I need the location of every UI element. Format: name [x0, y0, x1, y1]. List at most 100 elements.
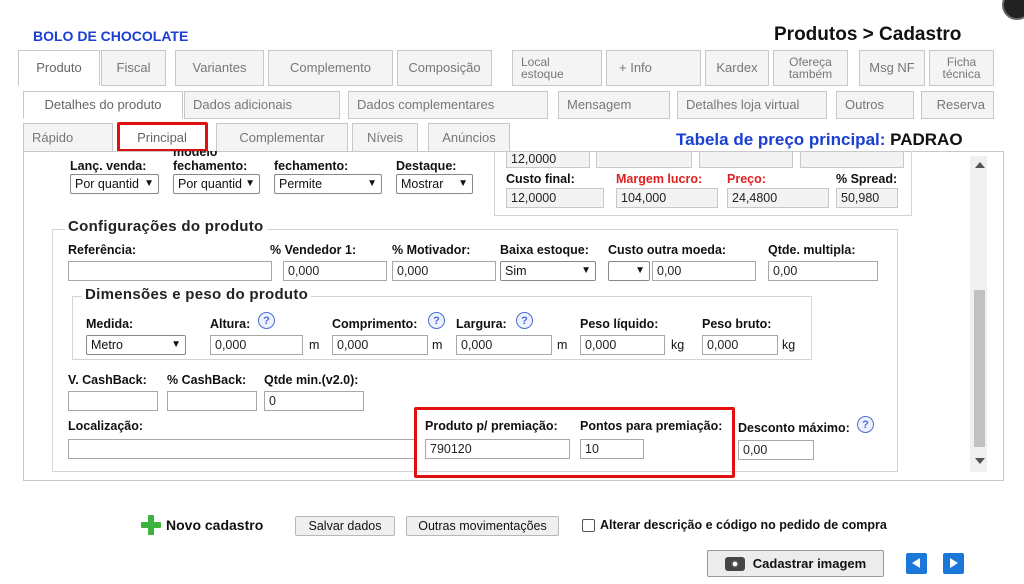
- tab-label: Dados adicionais: [193, 97, 293, 112]
- tab-produto[interactable]: Produto: [18, 50, 100, 86]
- tab-ofereca-tambem[interactable]: Ofereça também: [773, 50, 848, 86]
- peso-bruto-input[interactable]: 0,000: [702, 335, 778, 355]
- outras-movimentacoes-button[interactable]: Outras movimentações: [406, 516, 559, 536]
- fechamento-select-2[interactable]: Permite ▼: [274, 174, 382, 194]
- tab-reserva[interactable]: Reserva: [921, 91, 994, 119]
- tab-complemento[interactable]: Complemento: [268, 50, 393, 86]
- tab-label: Fiscal: [116, 60, 151, 75]
- tab-label: Ficha técnica: [942, 55, 981, 81]
- partial-input-3[interactable]: [699, 151, 793, 168]
- tab-fiscal[interactable]: Fiscal: [101, 50, 166, 86]
- tab-label: Detalhes loja virtual: [686, 97, 800, 112]
- comprimento-help-icon[interactable]: ?: [428, 312, 445, 329]
- select-value: Mostrar: [401, 177, 444, 191]
- select-value: Sim: [505, 264, 527, 278]
- tab-label: Variantes: [192, 60, 247, 75]
- medida-label: Medida:: [86, 317, 134, 331]
- tab-dados-complementares[interactable]: Dados complementares: [348, 91, 548, 119]
- chevron-down-icon: ▼: [144, 178, 154, 189]
- lanc-venda-select[interactable]: Por quantid ▼: [70, 174, 159, 194]
- largura-unit: m: [557, 338, 568, 352]
- tab-detalhes-loja-virtual[interactable]: Detalhes loja virtual: [677, 91, 827, 119]
- tab-anuncios[interactable]: Anúncios: [428, 123, 510, 152]
- custo-final-label: Custo final:: [506, 172, 575, 186]
- comprimento-label: Comprimento:: [332, 317, 418, 331]
- tab-mensagem[interactable]: Mensagem: [558, 91, 670, 119]
- referencia-input[interactable]: [68, 261, 272, 281]
- altura-input[interactable]: 0,000: [210, 335, 303, 355]
- scrollbar-thumb[interactable]: [974, 290, 985, 447]
- salvar-dados-button[interactable]: Salvar dados: [295, 516, 395, 536]
- tab-variantes[interactable]: Variantes: [175, 50, 264, 86]
- cadastrar-imagem-button[interactable]: Cadastrar imagem: [707, 550, 884, 577]
- novo-cadastro-button[interactable]: Novo cadastro: [140, 514, 263, 536]
- novo-cadastro-label: Novo cadastro: [166, 517, 264, 533]
- medida-select[interactable]: Metro ▼: [86, 335, 186, 355]
- tab-composicao[interactable]: Composição: [397, 50, 492, 86]
- largura-help-icon[interactable]: ?: [516, 312, 533, 329]
- baixa-estoque-select[interactable]: Sim ▼: [500, 261, 596, 281]
- motivador-input[interactable]: 0,000: [392, 261, 496, 281]
- select-value: Permite: [279, 177, 323, 191]
- scroll-up-icon[interactable]: [975, 162, 985, 168]
- partial-input-4[interactable]: [800, 151, 904, 168]
- pct-cashback-label: % CashBack:: [167, 373, 247, 387]
- tab-rapido[interactable]: Rápido: [23, 123, 113, 152]
- comprimento-input[interactable]: 0,000: [332, 335, 428, 355]
- tab-complementar[interactable]: Complementar: [216, 123, 348, 152]
- vendedor-input[interactable]: 0,000: [283, 261, 387, 281]
- v-cashback-input[interactable]: [68, 391, 158, 411]
- tab-ficha-tecnica[interactable]: Ficha técnica: [929, 50, 994, 86]
- cadastrar-imagem-label: Cadastrar imagem: [752, 556, 867, 571]
- close-icon[interactable]: [1002, 0, 1024, 20]
- margem-lucro-input[interactable]: 104,000: [616, 188, 718, 208]
- fechamento-select-1[interactable]: Por quantid ▼: [173, 174, 260, 194]
- margem-lucro-label: Margem lucro:: [616, 172, 703, 186]
- tab-label: Rápido: [32, 129, 74, 145]
- peso-liquido-input[interactable]: 0,000: [580, 335, 665, 355]
- alterar-descricao-checkbox[interactable]: [582, 518, 595, 532]
- tab-label: Reserva: [936, 97, 985, 112]
- tab-local-estoque[interactable]: Local estoque: [512, 50, 602, 86]
- custo-final-input[interactable]: 12,0000: [506, 188, 604, 208]
- tab-kardex[interactable]: Kardex: [705, 50, 769, 86]
- spread-input[interactable]: 50,980: [836, 188, 898, 208]
- cost-top-input[interactable]: 12,0000: [506, 151, 590, 168]
- altura-help-icon[interactable]: ?: [258, 312, 275, 329]
- desconto-maximo-input[interactable]: 0,00: [738, 440, 814, 460]
- desconto-help-icon[interactable]: ?: [857, 416, 874, 433]
- custo-moeda-input[interactable]: 0,00: [652, 261, 756, 281]
- chevron-down-icon: ▼: [458, 178, 468, 189]
- moeda-select[interactable]: ▼: [608, 261, 650, 281]
- chevron-down-icon: ▼: [171, 339, 181, 350]
- tab-niveis[interactable]: Níveis: [352, 123, 418, 152]
- tab-dados-adicionais[interactable]: Dados adicionais: [184, 91, 340, 119]
- tab-msg-nf[interactable]: Msg NF: [859, 50, 925, 86]
- localizacao-input[interactable]: [68, 439, 416, 459]
- referencia-label: Referência:: [68, 243, 137, 257]
- chevron-down-icon: ▼: [635, 265, 645, 276]
- partial-input-2[interactable]: [596, 151, 692, 168]
- preco-input[interactable]: 24,4800: [727, 188, 829, 208]
- principal-tab-highlight: [117, 122, 208, 152]
- qtde-multipla-input[interactable]: 0,00: [768, 261, 878, 281]
- qtde-min-label: Qtde min.(v2.0):: [264, 373, 359, 387]
- next-icon[interactable]: [943, 553, 964, 574]
- pct-cashback-input[interactable]: [167, 391, 257, 411]
- tab-label: Composição: [408, 60, 481, 75]
- scroll-down-icon[interactable]: [975, 458, 985, 464]
- qtde-min-input[interactable]: 0: [264, 391, 364, 411]
- largura-input[interactable]: 0,000: [456, 335, 552, 355]
- destaque-select[interactable]: Mostrar ▼: [396, 174, 473, 194]
- tab-label: Dados complementares: [357, 97, 495, 112]
- tab-outros[interactable]: Outros: [836, 91, 914, 119]
- alterar-descricao-row[interactable]: Alterar descrição e código no pedido de …: [582, 518, 887, 532]
- desconto-maximo-label: Desconto máximo:: [738, 421, 850, 435]
- fechamento-label-2: fechamento:: [274, 159, 349, 173]
- previous-icon[interactable]: [906, 553, 927, 574]
- tab-mais-info[interactable]: + Info: [606, 50, 701, 86]
- select-value: Por quantid: [178, 177, 242, 191]
- peso-bruto-label: Peso bruto:: [702, 317, 772, 331]
- tab-detalhes-produto[interactable]: Detalhes do produto: [23, 91, 183, 119]
- tab-label: Níveis: [366, 129, 404, 145]
